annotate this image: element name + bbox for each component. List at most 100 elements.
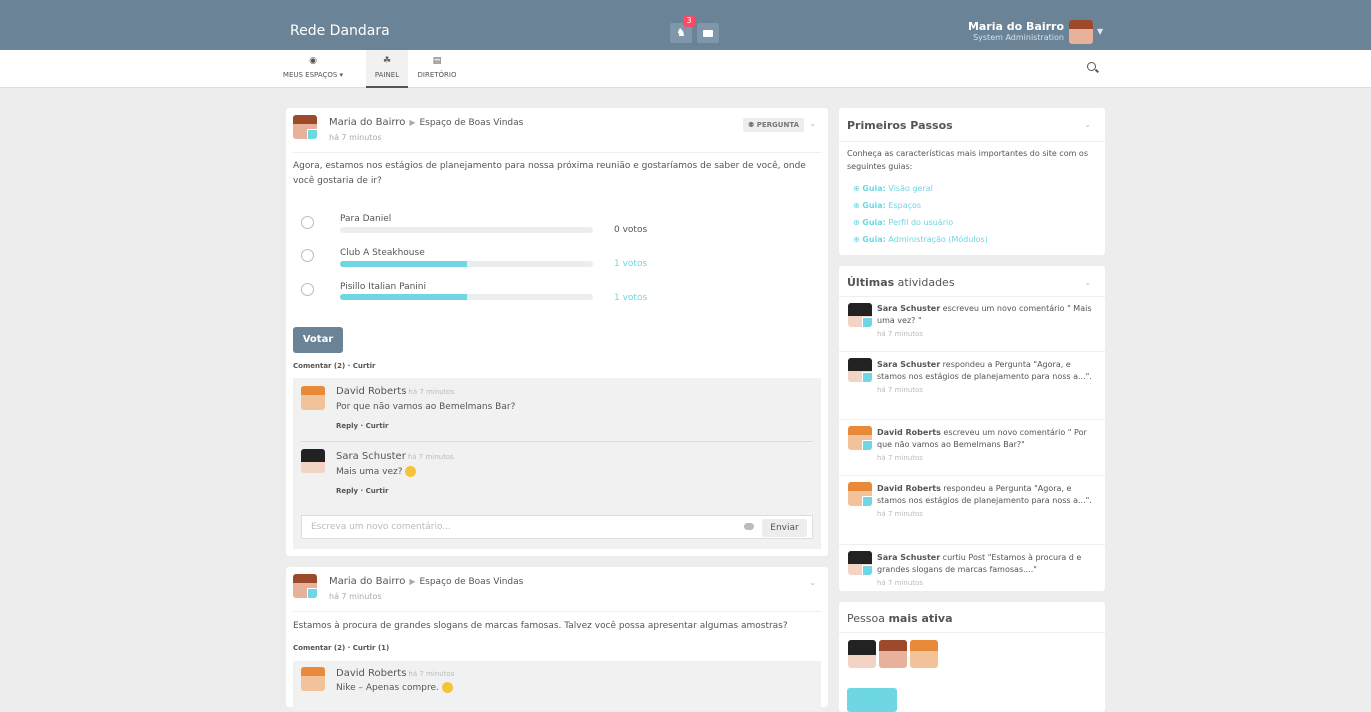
user-menu[interactable]: Maria do Bairro System Administration: [968, 20, 1064, 42]
activity-text: David Roberts escreveu um novo comentári…: [877, 427, 1097, 464]
post-space[interactable]: Espaço de Boas Vindas: [419, 118, 523, 128]
comment-author[interactable]: David Roberts há 7 minutos: [336, 386, 454, 397]
post-actions[interactable]: Comentar (2) · Curtir: [293, 362, 376, 370]
panel-title: Pessoa mais ativa: [847, 612, 953, 625]
poll-votes-link[interactable]: 1 votos: [614, 293, 647, 303]
avatar[interactable]: [848, 640, 876, 668]
notifications-button[interactable]: ♞ 3: [670, 15, 695, 43]
space-badge-icon: [862, 565, 872, 575]
vote-button[interactable]: Votar: [293, 327, 343, 353]
comments-section: David Roberts há 7 minutos Por que não va…: [293, 378, 821, 549]
comment-author[interactable]: Sara Schuster há 7 minutos: [336, 451, 454, 462]
chevron-down-icon[interactable]: ⌄: [809, 578, 816, 587]
comment-time[interactable]: há 7 minutos: [408, 388, 454, 396]
post-time[interactable]: há 7 minutos: [329, 592, 382, 601]
post-author[interactable]: Maria do Bairro: [329, 576, 405, 587]
activity-time: há 7 minutos: [877, 454, 923, 462]
poll-votes-link[interactable]: 1 votos: [614, 259, 647, 269]
guide-link[interactable]: ⊕ Guia: Visão geral: [853, 184, 933, 193]
dashboard-circle-icon: ◉: [309, 56, 317, 66]
nav-meus-espacos[interactable]: ◉ MEUS ESPAÇOS ▾: [282, 50, 344, 88]
send-button[interactable]: Enviar: [762, 519, 807, 537]
activity-item[interactable]: Sara Schuster curtiu Post "Estamos à pro…: [839, 545, 1105, 591]
messages-button[interactable]: [697, 23, 719, 43]
poll-option-radio[interactable]: [301, 216, 314, 229]
avatar: [848, 358, 872, 382]
comment-time[interactable]: há 7 minutos: [408, 453, 454, 461]
poll-option-radio[interactable]: [301, 283, 314, 296]
activity-item[interactable]: David Roberts respondeu a Pergunta "Agor…: [839, 476, 1105, 545]
activity-time: há 7 minutos: [877, 579, 923, 587]
post-space[interactable]: Espaço de Boas Vindas: [419, 577, 523, 587]
comment-actions[interactable]: Reply · Curtir: [336, 487, 388, 495]
poll-option-radio[interactable]: [301, 249, 314, 262]
panel-title: Últimas atividades: [847, 276, 955, 289]
getting-started-panel: Primeiros Passos ⌄ Conheça as caracterís…: [839, 108, 1105, 255]
poll-votes: 0 votos: [614, 225, 648, 235]
question-label: ⚉ PERGUNTA: [743, 118, 804, 132]
comments-section: David Roberts há 7 minutos Nike – Apenas …: [293, 661, 821, 711]
comment-actions[interactable]: Reply · Curtir: [336, 422, 388, 430]
avatar: [848, 482, 872, 506]
chevron-down-icon[interactable]: ⌄: [1084, 120, 1091, 129]
nav-painel[interactable]: ☘ PAINEL: [366, 50, 408, 88]
comment-time[interactable]: há 7 minutos: [408, 670, 454, 678]
post-header: Maria do Bairro ▶ Espaço de Boas Vindas: [329, 117, 523, 128]
post-text: Estamos à procura de grandes slogans de …: [293, 621, 788, 631]
poll-bar-fill: [340, 261, 467, 267]
post-actions[interactable]: Comentar (2) · Curtir (1): [293, 644, 389, 652]
chevron-right-icon: ▶: [409, 118, 416, 127]
divider: [301, 441, 813, 442]
divider: [839, 632, 1105, 633]
avatar[interactable]: [301, 449, 325, 473]
comment-text: Nike – Apenas compre.: [336, 682, 453, 693]
avatar: [848, 551, 872, 575]
comment-text: Por que não vamos ao Bemelmans Bar?: [336, 402, 516, 412]
emoji-icon: [405, 466, 417, 477]
activity-text: Sara Schuster escreveu um novo comentári…: [877, 303, 1097, 340]
activity-item[interactable]: Sara Schuster escreveu um novo comentári…: [839, 297, 1105, 352]
cloud-upload-icon[interactable]: [744, 523, 754, 530]
avatar[interactable]: [910, 640, 938, 668]
space-badge-icon: [862, 496, 872, 506]
search-icon[interactable]: [1087, 62, 1096, 71]
user-role: System Administration: [973, 33, 1064, 42]
bell-icon: ♞: [676, 26, 686, 39]
chevron-down-icon[interactable]: ⌄: [1084, 278, 1091, 287]
avatar[interactable]: [301, 667, 325, 691]
avatar[interactable]: [301, 386, 325, 410]
nav-label: MEUS ESPAÇOS ▾: [282, 71, 344, 79]
post-header: Maria do Bairro ▶ Espaço de Boas Vindas: [329, 576, 523, 587]
emoji-icon: [441, 682, 453, 693]
nav-label: PAINEL: [374, 71, 400, 79]
guide-link[interactable]: ⊕ Guia: Perfil do usuário: [853, 218, 953, 227]
space-badge-icon: [862, 317, 872, 327]
panel-title: Primeiros Passos: [847, 119, 953, 132]
most-active-people-panel: Pessoa mais ativa: [839, 602, 1105, 712]
guide-link[interactable]: ⊕ Guia: Administração (Módulos): [853, 235, 988, 244]
activity-item[interactable]: David Roberts escreveu um novo comentári…: [839, 420, 1105, 476]
brand-title[interactable]: Rede Dandara: [290, 23, 390, 39]
avatar[interactable]: [293, 115, 317, 139]
notification-count-badge: 3: [683, 15, 695, 27]
book-icon: ▤: [432, 56, 442, 66]
user-avatar[interactable]: [1069, 20, 1093, 44]
new-comment-field[interactable]: Escreva um novo comentário... Enviar: [301, 515, 813, 539]
comment-author[interactable]: David Roberts há 7 minutos: [336, 668, 454, 679]
avatar[interactable]: [879, 640, 907, 668]
activity-item[interactable]: Sara Schuster respondeu a Pergunta "Agor…: [839, 352, 1105, 420]
avatar[interactable]: [293, 574, 317, 598]
more-button[interactable]: [847, 688, 897, 712]
chevron-right-icon: ▶: [409, 577, 416, 586]
activity-text: Sara Schuster curtiu Post "Estamos à pro…: [877, 552, 1097, 589]
post-author[interactable]: Maria do Bairro: [329, 117, 405, 128]
post-time[interactable]: há 7 minutos: [329, 133, 382, 142]
poll-option-label: Club A Steakhouse: [340, 248, 425, 258]
chevron-down-icon[interactable]: ▼: [1097, 27, 1103, 36]
chevron-down-icon[interactable]: ⌄: [809, 119, 816, 128]
post-card-question: Maria do Bairro ▶ Espaço de Boas Vindas há…: [286, 108, 828, 556]
activity-time: há 7 minutos: [877, 386, 923, 394]
poll-bar-fill: [340, 294, 467, 300]
nav-diretorio[interactable]: ▤ DIRETÓRIO: [413, 50, 461, 88]
guide-link[interactable]: ⊕ Guia: Espaços: [853, 201, 921, 210]
